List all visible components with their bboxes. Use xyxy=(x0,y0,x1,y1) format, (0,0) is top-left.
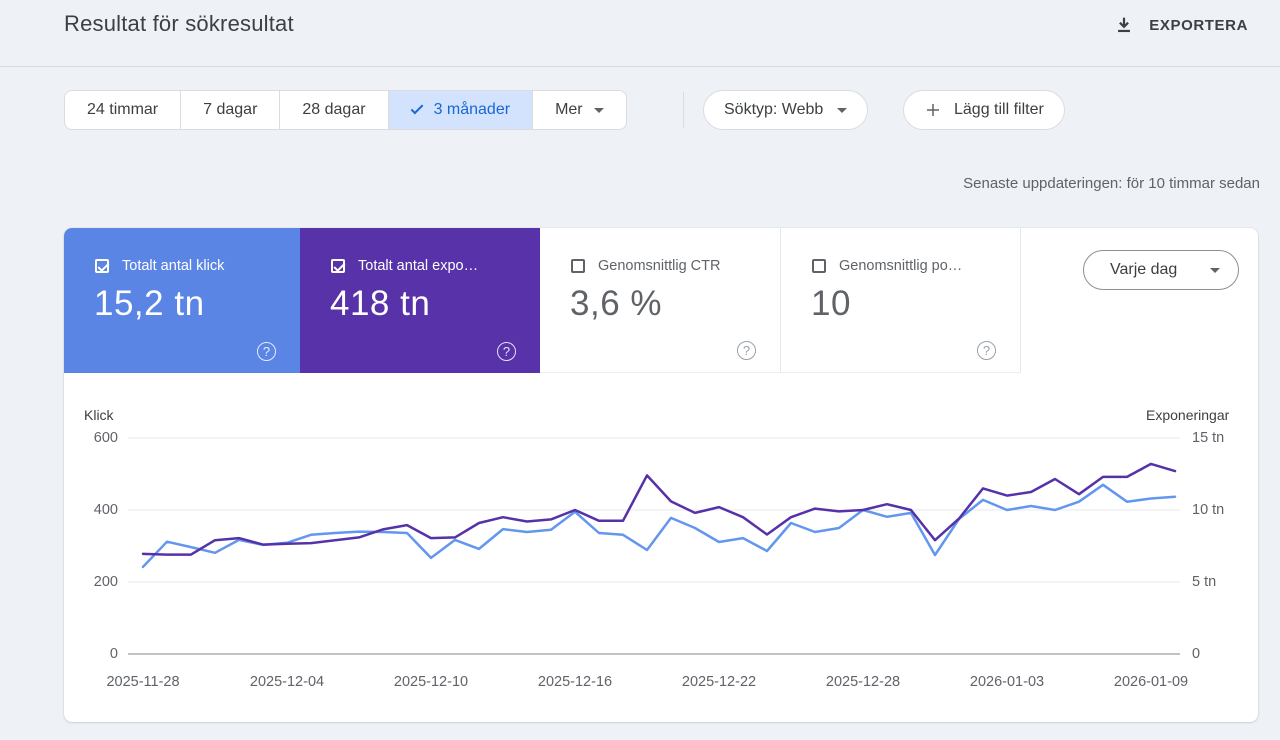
search-type-filter[interactable]: Söktyp: Webb xyxy=(703,90,868,130)
metric-value: 3,6 % xyxy=(570,284,662,324)
metric-tile-total-clicks[interactable]: Totalt antal klick 15,2 tn ? xyxy=(64,228,300,373)
x-tick: 2026-01-03 xyxy=(937,674,1077,690)
export-label: EXPORTERA xyxy=(1149,17,1248,34)
metric-value: 10 xyxy=(811,284,851,324)
date-range-group: 24 timmar 7 dagar 28 dagar 3 månader Mer xyxy=(64,90,627,130)
help-icon[interactable]: ? xyxy=(497,342,516,361)
y-tick-left: 400 xyxy=(64,502,118,518)
header-divider xyxy=(0,66,1280,67)
granularity-dropdown[interactable]: Varje dag xyxy=(1083,250,1239,290)
metric-label: Totalt antal klick xyxy=(122,258,224,274)
metric-tile-average-position[interactable]: Genomsnittlig po… 10 ? xyxy=(781,228,1021,373)
checkbox-icon[interactable] xyxy=(331,259,345,273)
range-28d-button[interactable]: 28 dagar xyxy=(279,91,387,129)
range-24h-button[interactable]: 24 timmar xyxy=(65,91,180,129)
x-tick: 2025-12-04 xyxy=(217,674,357,690)
last-updated-text: Senaste uppdateringen: för 10 timmar sed… xyxy=(963,175,1260,192)
performance-line-chart[interactable] xyxy=(128,432,1180,660)
x-tick: 2025-11-28 xyxy=(73,674,213,690)
checkbox-icon[interactable] xyxy=(95,259,109,273)
x-tick: 2025-12-10 xyxy=(361,674,501,690)
chevron-down-icon xyxy=(594,108,604,113)
left-axis-title: Klick xyxy=(84,407,114,423)
plus-icon xyxy=(924,101,942,119)
chevron-down-icon xyxy=(1210,268,1220,273)
metric-value: 15,2 tn xyxy=(94,284,205,324)
metric-tile-total-impressions[interactable]: Totalt antal expo… 418 tn ? xyxy=(300,228,540,373)
download-icon xyxy=(1113,14,1135,36)
checkbox-icon[interactable] xyxy=(571,259,585,273)
y-tick-right: 5 tn xyxy=(1192,574,1252,590)
metric-label: Genomsnittlig po… xyxy=(839,258,962,274)
help-icon[interactable]: ? xyxy=(257,342,276,361)
metric-label: Totalt antal expo… xyxy=(358,258,478,274)
report-panel: Totalt antal klick 15,2 tn ? Totalt anta… xyxy=(64,228,1258,722)
search-performance-page: Resultat för sökresultat EXPORTERA 24 ti… xyxy=(0,0,1280,740)
range-3m-button[interactable]: 3 månader xyxy=(388,91,533,129)
metric-label: Genomsnittlig CTR xyxy=(598,258,720,274)
x-tick: 2025-12-28 xyxy=(793,674,933,690)
y-tick-left: 0 xyxy=(64,646,118,662)
metric-value: 418 tn xyxy=(330,284,430,324)
y-tick-left: 200 xyxy=(64,574,118,590)
x-tick: 2025-12-22 xyxy=(649,674,789,690)
chevron-down-icon xyxy=(837,108,847,113)
x-tick: 2025-12-16 xyxy=(505,674,645,690)
filter-divider xyxy=(683,92,684,128)
page-title: Resultat för sökresultat xyxy=(64,11,294,37)
range-7d-button[interactable]: 7 dagar xyxy=(180,91,279,129)
right-axis-title: Exponeringar xyxy=(1146,407,1229,423)
metric-tile-average-ctr[interactable]: Genomsnittlig CTR 3,6 % ? xyxy=(540,228,781,373)
export-button[interactable]: EXPORTERA xyxy=(1109,8,1252,42)
range-more-button[interactable]: Mer xyxy=(532,91,626,129)
add-filter-button[interactable]: Lägg till filter xyxy=(903,90,1065,130)
y-tick-right: 15 tn xyxy=(1192,430,1252,446)
y-tick-right: 0 xyxy=(1192,646,1252,662)
y-tick-right: 10 tn xyxy=(1192,502,1252,518)
help-icon[interactable]: ? xyxy=(737,341,756,360)
check-icon xyxy=(410,102,423,115)
y-tick-left: 600 xyxy=(64,430,118,446)
help-icon[interactable]: ? xyxy=(977,341,996,360)
x-tick: 2026-01-09 xyxy=(1081,674,1221,690)
checkbox-icon[interactable] xyxy=(812,259,826,273)
